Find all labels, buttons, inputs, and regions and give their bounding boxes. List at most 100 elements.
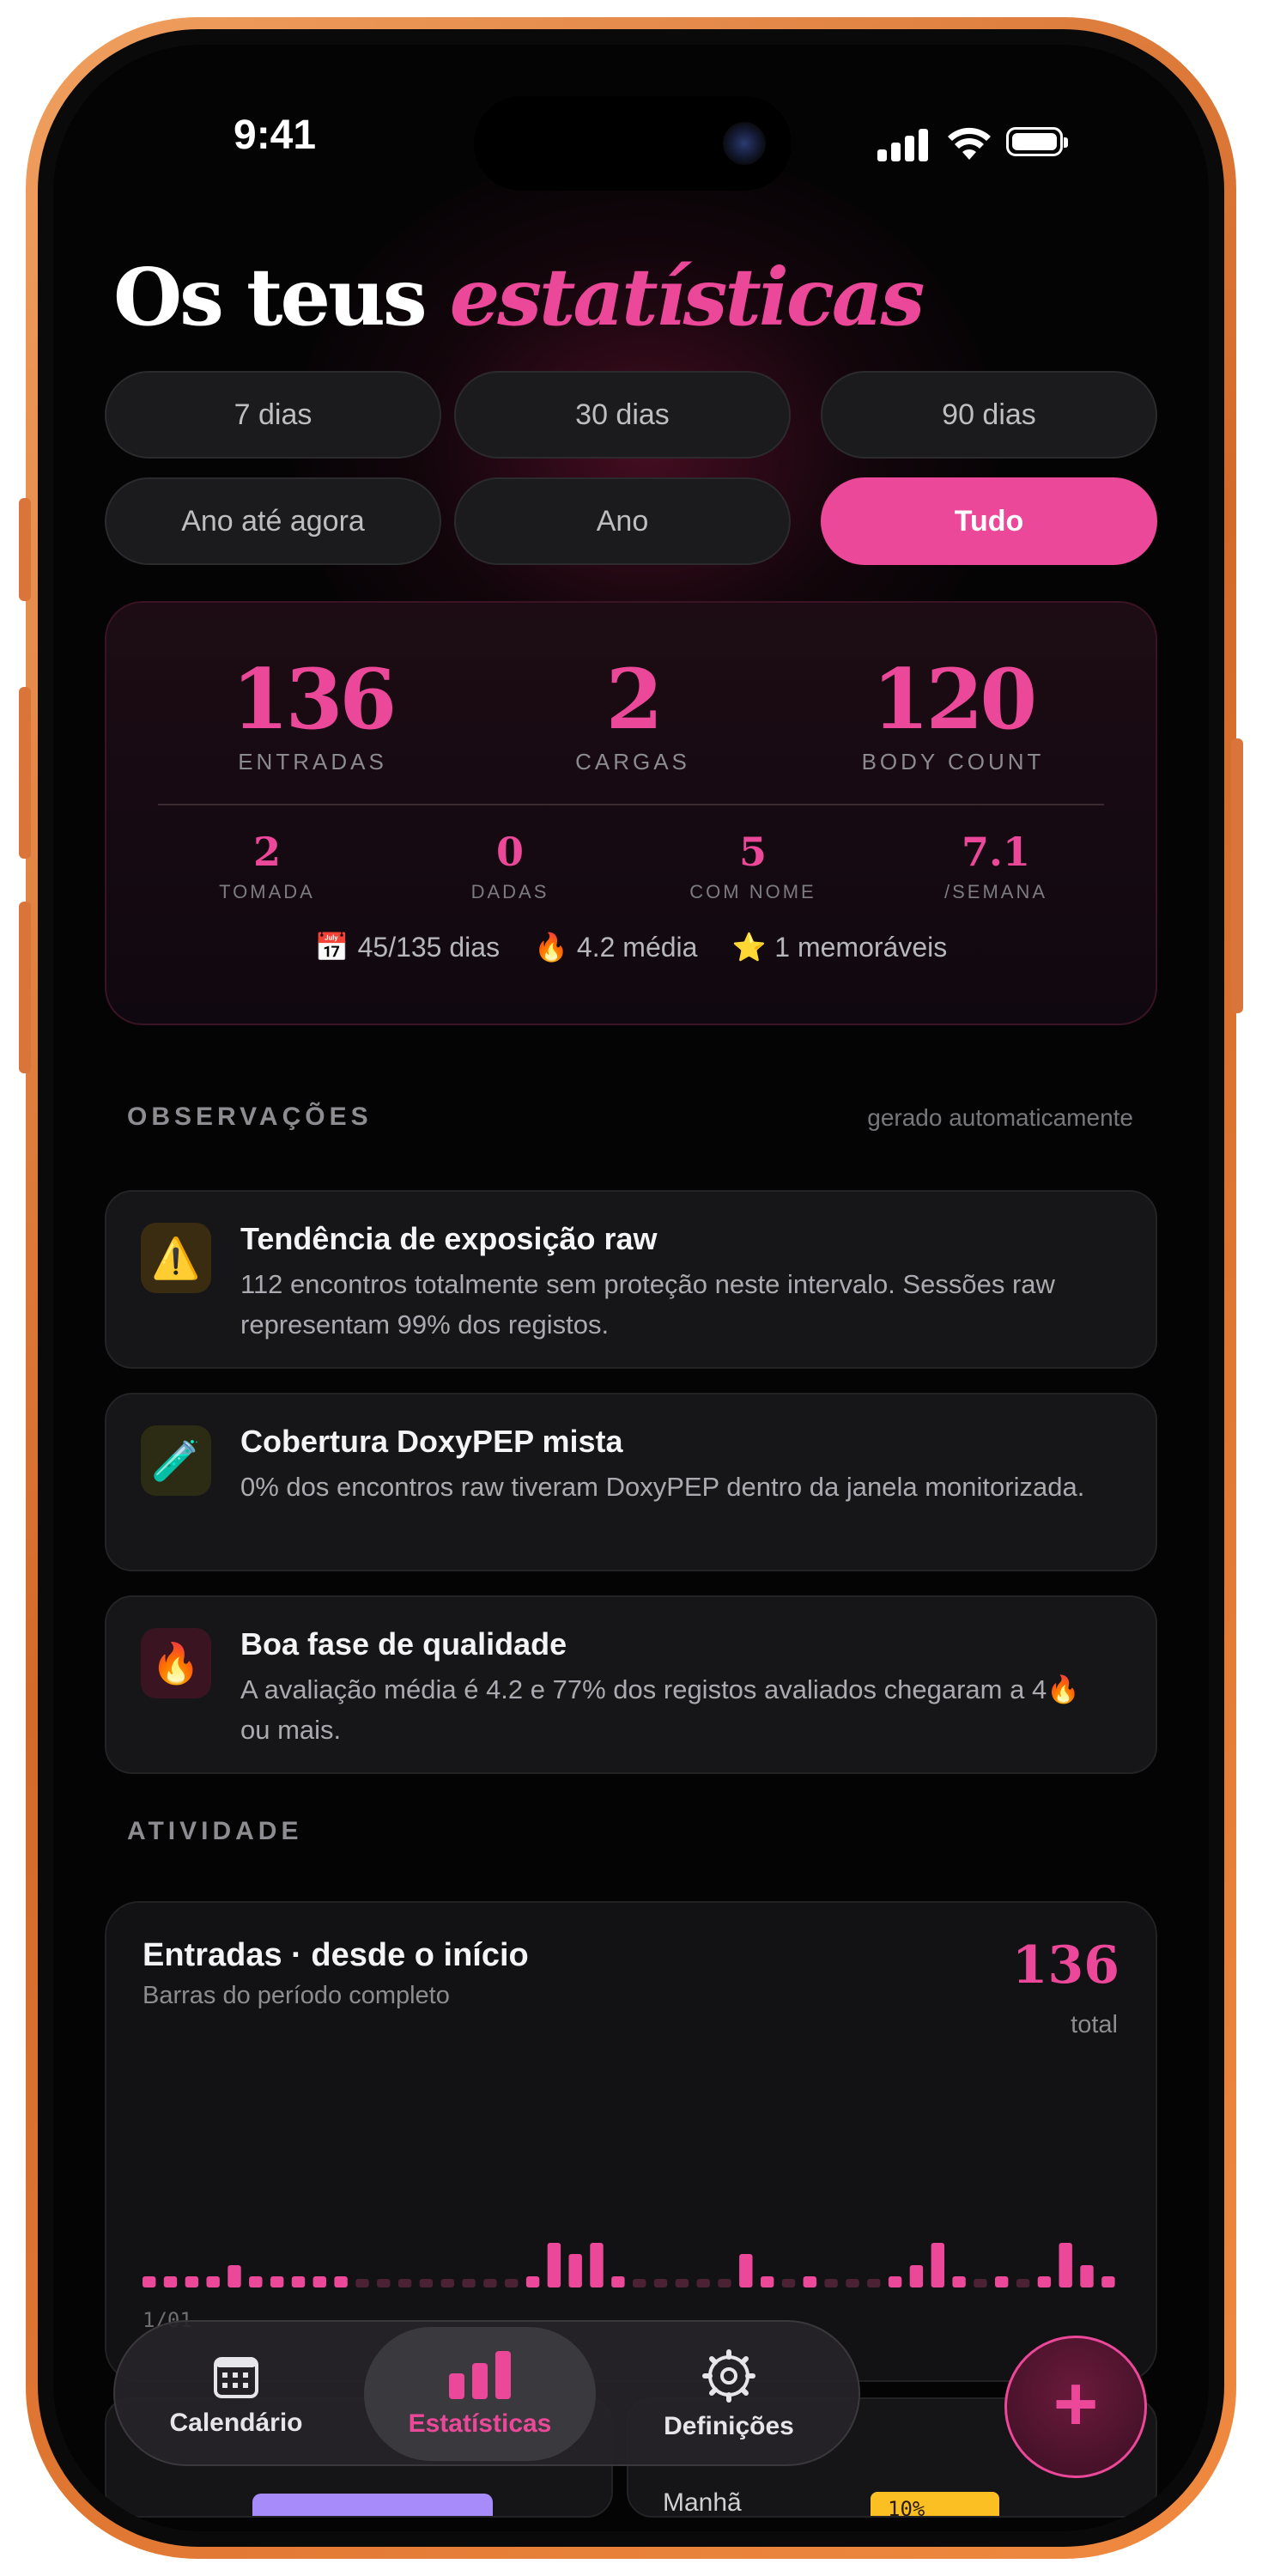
observations-heading: OBSERVAÇÕES: [127, 1103, 373, 1131]
stat-entries-value: 136: [231, 651, 397, 748]
chart-bar: [483, 2279, 497, 2287]
wifi-icon: [948, 127, 991, 160]
battery-icon: [1006, 127, 1068, 156]
volume-up-button: [19, 687, 31, 859]
summary-meta-row: 📅 45/135 dias 🔥 4.2 média ⭐ 1 memoráveis: [106, 931, 1156, 963]
fire-icon: 🔥: [141, 1628, 211, 1698]
chart-bar: [909, 2265, 924, 2287]
stat-loads: 2 CARGAS: [478, 653, 787, 775]
chart-bar: [974, 2279, 987, 2287]
stat-body-count: 120 BODY COUNT: [798, 653, 1107, 775]
camera-icon: [723, 122, 766, 165]
chart-bar: [803, 2276, 816, 2287]
chart-bar: [1037, 2276, 1052, 2287]
chart-bar: [568, 2254, 582, 2287]
tab-statistics-label: Estatísticas: [408, 2409, 552, 2438]
summary-divider: [158, 804, 1104, 805]
meta-average-text: 4.2 média: [576, 932, 698, 963]
observation-title: Tendência de exposição raw: [240, 1221, 658, 1256]
stat-per-week-label: /SEMANA: [943, 881, 1048, 902]
chart-bar: [440, 2279, 454, 2287]
chart-bar: [249, 2276, 263, 2287]
page-title-plain: Os teus: [113, 251, 428, 343]
filter-year[interactable]: Ano: [454, 477, 791, 565]
chart-bar: [781, 2279, 796, 2287]
chart-bar: [952, 2276, 966, 2287]
observation-card[interactable]: 🧪 Cobertura DoxyPEP mista 0% dos encontr…: [105, 1393, 1157, 1571]
chart-bar: [419, 2279, 434, 2287]
chart-bar: [462, 2279, 476, 2287]
chart-bar: [590, 2243, 604, 2287]
observation-body: 0% dos encontros raw tiveram DoxyPEP den…: [240, 1472, 1085, 1502]
peek-time-pct: 10%: [888, 2497, 925, 2518]
meta-memorable-text: 1 memoráveis: [774, 932, 948, 963]
observation-title: Boa fase de qualidade: [240, 1626, 567, 1662]
chart-bar: [547, 2243, 561, 2287]
chart-bar: [163, 2276, 178, 2287]
chart-bar: [228, 2265, 241, 2287]
stat-loads-value: 2: [605, 651, 664, 748]
dynamic-island: [474, 96, 792, 191]
chart-bar: [270, 2276, 284, 2287]
stat-named-label: COM NOME: [689, 881, 816, 902]
star-icon: ⭐: [731, 932, 767, 963]
peek-time-bar: 10%: [871, 2492, 999, 2518]
status-time: 9:41: [234, 112, 317, 158]
peek-time-label: Manhã: [663, 2488, 742, 2517]
chart-bar: [739, 2254, 753, 2287]
filter-year-to-date[interactable]: Ano até agora: [105, 477, 441, 565]
stat-taken-value: 2: [252, 829, 281, 875]
calendar-icon: [214, 2357, 258, 2398]
page-title-accent: estatísticas: [449, 251, 925, 343]
action-button: [19, 498, 31, 601]
filter-7-days[interactable]: 7 dias: [105, 371, 441, 459]
stat-given: 0 DADAS: [398, 828, 622, 903]
chart-bar: [143, 2276, 156, 2287]
chart-bar: [653, 2279, 668, 2287]
stat-body-count-label: BODY COUNT: [861, 749, 1045, 775]
chart-bar: [206, 2276, 220, 2287]
chart-bar: [505, 2279, 519, 2287]
add-entry-button[interactable]: +: [1004, 2336, 1147, 2478]
chart-bar: [888, 2276, 902, 2287]
page-title: Os teus estatísticas: [113, 251, 925, 343]
tab-calendar[interactable]: Calendário: [120, 2322, 352, 2468]
chart-bar: [377, 2279, 391, 2287]
observation-card[interactable]: 🔥 Boa fase de qualidade A avaliação médi…: [105, 1595, 1157, 1774]
tab-settings[interactable]: Definições: [613, 2322, 845, 2468]
gear-icon: [702, 2349, 755, 2403]
chart-bar: [761, 2276, 774, 2287]
chart-bar: [846, 2279, 859, 2287]
stat-entries: 136 ENTRADAS: [158, 653, 467, 775]
stat-taken: 2 TOMADA: [155, 828, 379, 903]
filter-90-days[interactable]: 90 dias: [821, 371, 1157, 459]
chart-bar: [611, 2276, 625, 2287]
chart-bar: [312, 2276, 326, 2287]
chart-bar: [633, 2279, 646, 2287]
chart-bar: [1016, 2279, 1030, 2287]
filter-30-days[interactable]: 30 dias: [454, 371, 791, 459]
chart-bar: [931, 2243, 944, 2287]
observations-note: gerado automaticamente: [867, 1104, 1133, 1131]
chart-bar: [525, 2276, 540, 2287]
observation-card[interactable]: ⚠️ Tendência de exposição raw 112 encont…: [105, 1190, 1157, 1369]
chart-bar: [334, 2276, 348, 2287]
filter-all[interactable]: Tudo: [821, 477, 1157, 565]
chart-bar: [867, 2279, 881, 2287]
observation-body: A avaliação média é 4.2 e 77% dos regist…: [240, 1674, 1080, 1745]
bar-chart-icon: [449, 2351, 511, 2399]
tab-calendar-label: Calendário: [169, 2409, 303, 2437]
stat-loads-label: CARGAS: [575, 749, 690, 775]
chart-bar: [291, 2276, 306, 2287]
tab-bar: Calendário Estatísticas Definições: [113, 2320, 860, 2466]
activity-heading: ATIVIDADE: [127, 1817, 303, 1845]
activity-bar-chart: [143, 2243, 1115, 2287]
cellular-signal-icon: [877, 127, 931, 161]
tab-statistics[interactable]: Estatísticas: [364, 2327, 596, 2461]
fire-icon: 🔥: [534, 932, 568, 963]
peek-bar: [252, 2494, 493, 2516]
chart-bar: [1101, 2276, 1115, 2287]
volume-down-button: [19, 902, 31, 1073]
chart-bar: [1080, 2265, 1094, 2287]
test-tube-icon: 🧪: [141, 1425, 211, 1496]
